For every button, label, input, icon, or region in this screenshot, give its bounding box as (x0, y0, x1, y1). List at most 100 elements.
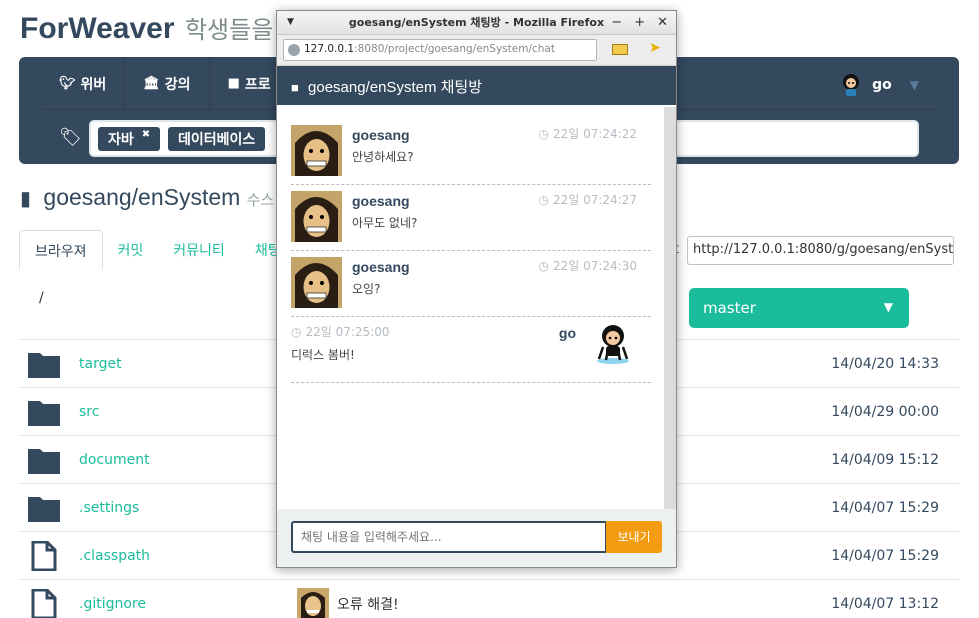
chat-message-own: go ◷ 22일 07:25:00 디럭스 봄버! (291, 317, 651, 383)
tab-browser[interactable]: 브라우져 (19, 230, 103, 269)
window-titlebar[interactable]: ▼ goesang/enSystem 채팅방 - Mozilla Firefox… (277, 11, 676, 35)
file-name[interactable]: src (79, 404, 99, 420)
file-icon (31, 541, 57, 571)
globe-icon (288, 44, 300, 56)
site-brand[interactable]: ForWeaver 학생들을 (20, 10, 273, 46)
tab-community[interactable]: 커뮤니티 (158, 230, 240, 269)
tag-label: 데이터베이스 (178, 132, 256, 148)
message-author: go (558, 325, 576, 341)
chat-messages[interactable]: goesang ◷ 22일 07:24:22 안녕하세요? goesang ◷ 22… (277, 107, 664, 509)
repo-name: goesang/enSystem (43, 184, 241, 210)
message-time-text: 22일 07:24:27 (552, 193, 637, 207)
octocat-avatar-icon (843, 74, 860, 96)
url-host: 127.0.0.1 (304, 43, 355, 55)
folder-icon (28, 497, 60, 522)
file-date: 14/04/29 00:00 (831, 404, 939, 420)
twitter-icon: 🐦︎ (59, 76, 76, 91)
file-date: 14/04/07 15:29 (831, 500, 939, 516)
folder-icon (28, 401, 60, 426)
chat-header: ■ goesang/enSystem 채팅방 (277, 66, 676, 105)
avatar (291, 191, 342, 242)
chevron-down-icon: ▼ (909, 78, 919, 92)
tag-icon: 🏷︎ (59, 127, 82, 148)
current-path: / (39, 290, 44, 306)
url-field[interactable]: 127.0.0.1:8080/project/goesang/enSystem/… (283, 39, 597, 61)
folder-icon (28, 353, 60, 378)
file-name[interactable]: .classpath (79, 548, 150, 564)
message-author: goesang (352, 127, 410, 143)
file-name[interactable]: document (79, 452, 150, 468)
message-time-text: 22일 07:24:30 (552, 259, 637, 273)
message-text: 안녕하세요? (352, 150, 414, 164)
message-time-text: 22일 07:24:22 (552, 127, 637, 141)
send-button[interactable]: 보내기 (606, 521, 662, 553)
file-name[interactable]: .settings (79, 500, 139, 516)
repo-tabs: 브라우져 커밋 커뮤니티 채팅 (19, 230, 296, 269)
file-name[interactable]: target (79, 356, 122, 372)
maximize-icon[interactable]: + (634, 11, 645, 34)
close-icon[interactable]: ✖ (142, 129, 150, 140)
message-text: 오잉? (352, 282, 381, 296)
bookmark-icon: ■ (227, 76, 240, 91)
file-date: 14/04/07 15:29 (831, 548, 939, 564)
chat-message-input[interactable] (291, 521, 607, 553)
nav-label: 강의 (164, 76, 191, 93)
file-icon (31, 589, 57, 618)
nav-label: 프로 (244, 76, 271, 93)
chat-message: goesang ◷ 22일 07:24:27 아무도 없네? (291, 185, 651, 251)
branch-select[interactable]: master ▼ (689, 288, 909, 328)
branch-label: master (703, 299, 756, 317)
nav-label: 위버 (80, 76, 107, 93)
chat-message: goesang ◷ 22일 07:24:22 안녕하세요? (291, 119, 651, 185)
message-text: 디럭스 봄버! (291, 348, 355, 362)
url-path: :8080/project/goesang/enSystem/chat (354, 43, 555, 55)
commit-message: 오류 해결! (297, 588, 399, 618)
table-row[interactable]: .gitignore 오류 해결! 14/04/07 13:12 (19, 579, 959, 618)
address-bar: 127.0.0.1:8080/project/goesang/enSystem/… (277, 35, 676, 66)
message-time: ◷ 22일 07:24:22 (538, 125, 637, 142)
message-time: ◷ 22일 07:25:00 (291, 323, 390, 340)
repo-subtitle: 수스 (246, 192, 275, 209)
file-name[interactable]: .gitignore (79, 596, 146, 612)
message-author: goesang (352, 193, 410, 209)
avatar (291, 257, 342, 308)
chat-popup-window: ▼ goesang/enSystem 채팅방 - Mozilla Firefox… (276, 10, 677, 568)
bookmark-icon: ▮ (20, 188, 32, 210)
user-menu[interactable]: go ▼ (840, 73, 919, 97)
file-date: 14/04/09 15:12 (831, 452, 939, 468)
chat-input-area: 보내기 (277, 509, 676, 567)
octocat-avatar-icon (597, 325, 629, 364)
cursor-icon[interactable]: ➤ (649, 40, 661, 56)
clock-icon: ◷ (538, 127, 549, 141)
bank-icon: 🏛︎ (143, 76, 160, 91)
caret-down-icon: ▼ (883, 300, 893, 314)
message-time-text: 22일 07:25:00 (305, 325, 390, 339)
message-time: ◷ 22일 07:24:30 (538, 257, 637, 274)
clock-icon: ◷ (538, 193, 549, 207)
clock-icon: ◷ (538, 259, 549, 273)
window-menu-icon[interactable]: ▼ (287, 11, 294, 34)
nav-item-lecture[interactable]: 🏛︎ 강의 (125, 57, 210, 110)
chat-title: goesang/enSystem 채팅방 (308, 79, 483, 96)
file-date: 14/04/20 14:33 (831, 356, 939, 372)
close-icon[interactable]: ✕ (657, 11, 668, 34)
chat-scrollbar[interactable] (664, 107, 676, 509)
tab-commits[interactable]: 커밋 (103, 230, 159, 269)
repo-title: ▮ goesang/enSystem 수스 (20, 184, 274, 211)
avatar (291, 125, 342, 176)
message-text: 아무도 없네? (352, 216, 418, 230)
clock-icon: ◷ (291, 325, 302, 339)
message-author: goesang (352, 259, 410, 275)
window-title: goesang/enSystem 채팅방 - Mozilla Firefox (348, 16, 605, 29)
site-name: ForWeaver (20, 12, 175, 45)
clone-url-field[interactable]: http://127.0.0.1:8080/g/goesang/enSyst (687, 236, 954, 265)
site-subtitle: 학생들을 (184, 17, 274, 44)
minimize-icon[interactable]: − (611, 11, 622, 34)
tag-chip[interactable]: 데이터베이스 (168, 127, 266, 151)
nav-item-weaver[interactable]: 🐦︎ 위버 (41, 57, 126, 110)
ruler-icon[interactable] (612, 44, 628, 55)
chat-bubble-icon: ■ (291, 80, 299, 95)
user-name: go (872, 77, 892, 93)
tag-chip[interactable]: 자바 ✖ (98, 127, 161, 151)
file-date: 14/04/07 13:12 (831, 596, 939, 612)
